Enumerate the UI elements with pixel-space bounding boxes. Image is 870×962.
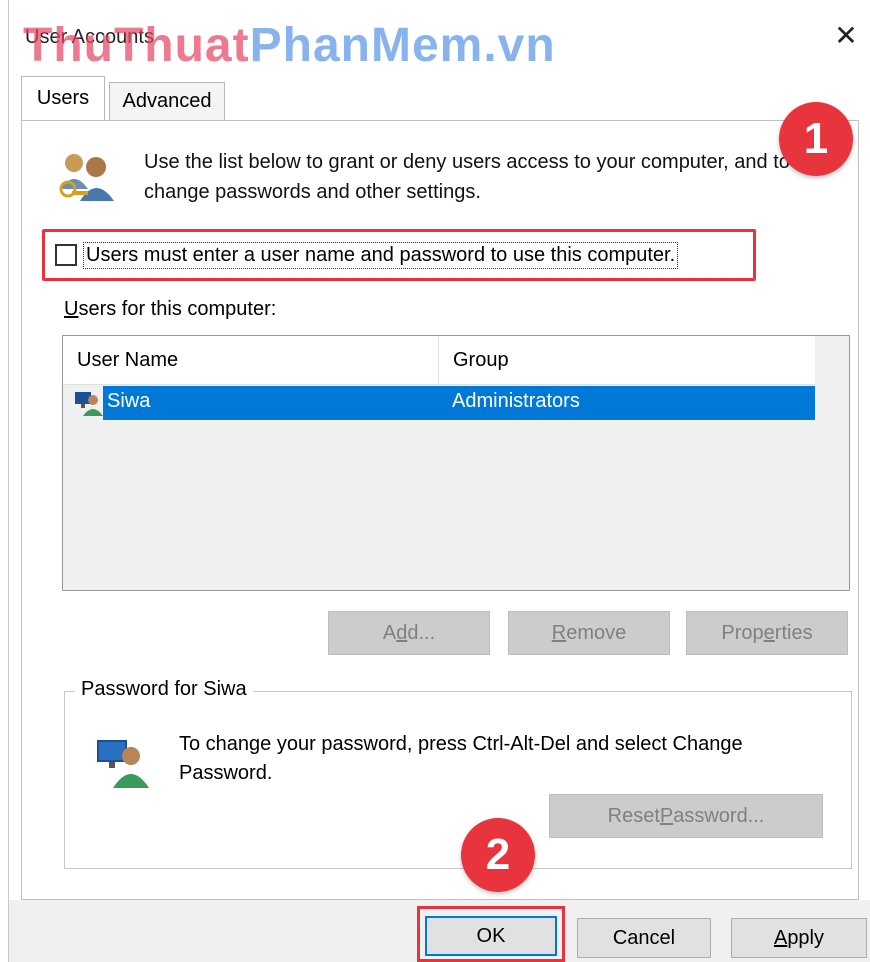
- password-instructions: To change your password, press Ctrl-Alt-…: [179, 733, 743, 784]
- annotation-badge-1: 1: [779, 102, 853, 176]
- intro-description: Use the list below to grant or deny user…: [144, 151, 790, 203]
- login-requirement-row: Users must enter a user name and passwor…: [42, 229, 756, 281]
- users-listview[interactable]: User Name Group Siwa Administrators: [62, 335, 850, 591]
- cell-group: Administrators: [452, 390, 580, 412]
- password-groupbox: Password for Siwa To change your passwor…: [64, 678, 852, 869]
- remove-user-button[interactable]: Remove: [508, 611, 670, 655]
- cell-user-name: Siwa: [107, 390, 151, 412]
- tab-advanced[interactable]: Advanced: [109, 82, 225, 120]
- window-title: User Accounts: [25, 26, 154, 48]
- ok-highlight-outline: [417, 906, 565, 962]
- annotation-badge-2: 2: [461, 818, 535, 892]
- column-header-user-name[interactable]: User Name: [63, 336, 439, 384]
- cancel-button[interactable]: Cancel: [577, 918, 711, 958]
- apply-button[interactable]: Apply: [731, 918, 867, 958]
- add-user-button[interactable]: Ad d...: [328, 611, 490, 655]
- user-accounts-window: User Accounts ThuThuatPhanMem.vn ✕ Users…: [8, 0, 870, 962]
- user-monitor-icon: [75, 392, 103, 416]
- login-requirement-checkbox[interactable]: [55, 244, 77, 266]
- title-bar: User Accounts ThuThuatPhanMem.vn ✕: [9, 0, 870, 72]
- user-monitor-icon: [97, 740, 149, 788]
- properties-button[interactable]: Prop e rties: [686, 611, 848, 655]
- login-requirement-label[interactable]: Users must enter a user name and passwor…: [83, 241, 679, 269]
- close-icon: ✕: [834, 19, 858, 51]
- password-group-title: Password for Siwa: [75, 678, 253, 701]
- table-row[interactable]: Siwa Administrators: [103, 386, 815, 420]
- tab-users[interactable]: Users: [21, 76, 105, 120]
- close-button[interactable]: ✕: [831, 19, 861, 51]
- users-keys-icon: [59, 154, 114, 201]
- listview-header: User Name Group: [63, 336, 815, 385]
- users-list-label: Users for this computer:: [64, 298, 277, 320]
- column-header-group[interactable]: Group: [439, 336, 815, 384]
- reset-password-button[interactable]: Reset Password...: [549, 794, 823, 838]
- users-tab-panel: Use the list below to grant or deny user…: [21, 120, 859, 900]
